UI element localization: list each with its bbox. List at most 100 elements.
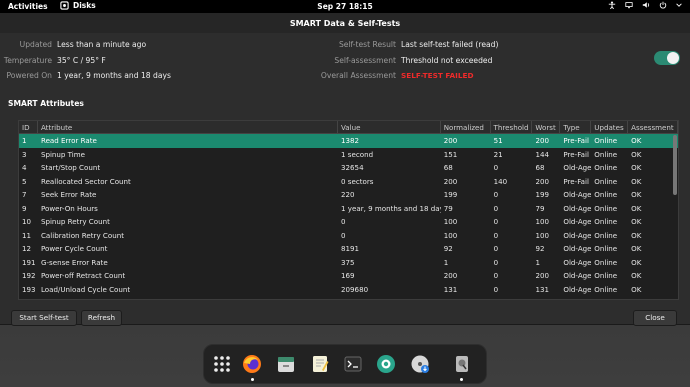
table-row[interactable]: 4 Start/Stop Count 32654 68 0 68 Old-Age Online… — [19, 161, 678, 175]
table-cell: Spinup Time — [40, 149, 86, 159]
table-cell: Old-Age — [563, 217, 592, 226]
column-header[interactable]: Normalized — [441, 121, 491, 133]
table-cell: Online — [594, 257, 618, 267]
table-cell: 200 — [535, 136, 549, 145]
table-cell: Power-On Hours — [40, 203, 98, 213]
network-icon — [625, 2, 633, 9]
table-row[interactable]: 12 Power Cycle Count 8191 92 0 92 Old-Age Onlin… — [19, 242, 678, 256]
disc-install-icon[interactable] — [410, 354, 430, 374]
column-header[interactable]: Value — [338, 121, 441, 133]
table-cell: Pre-Fail — [563, 149, 589, 159]
activities-button[interactable]: Activities — [8, 2, 48, 11]
table-body: 1 Read Error Rate 1382 200 51 200 Pre-Fail Onli… — [19, 134, 678, 296]
system-tray[interactable] — [608, 1, 682, 9]
table-cell: Pre-Fail — [563, 176, 589, 186]
text-editor-icon[interactable] — [310, 354, 330, 374]
table-row[interactable]: 1 Read Error Rate 1382 200 51 200 Pre-Fail Onli… — [19, 134, 678, 148]
table-cell: Reallocated Sector Count — [40, 176, 131, 186]
table-cell: 140 — [493, 176, 508, 186]
temperature-label: Temperature — [3, 55, 52, 65]
table-cell: 11 — [22, 230, 32, 240]
column-header[interactable]: ID — [19, 121, 38, 133]
table-cell: 1382 — [341, 136, 360, 145]
table-cell: 1 — [535, 257, 540, 267]
switch-knob — [667, 52, 679, 64]
column-header[interactable]: Attribute — [38, 121, 338, 133]
running-indicator — [251, 378, 254, 381]
app-menu[interactable]: Disks — [60, 1, 96, 10]
vertical-scrollbar[interactable] — [673, 135, 677, 195]
column-header[interactable]: Worst — [532, 121, 561, 133]
firefox-icon[interactable] — [242, 354, 262, 374]
table-row[interactable]: 5 Reallocated Sector Count 0 sectors 200 140… — [19, 175, 678, 189]
clock[interactable]: Sep 27 18:15 — [300, 2, 390, 11]
volume-icon — [642, 2, 650, 8]
table-cell: Old-Age — [563, 203, 592, 213]
table-cell: Pre-Fail — [563, 136, 589, 145]
table-cell: Online — [594, 149, 618, 159]
table-row[interactable]: 10 Spinup Retry Count 0 100 0 100 Old-Age Onlin… — [19, 215, 678, 229]
terminal-icon[interactable] — [343, 354, 363, 374]
table-cell: 200 — [443, 136, 458, 145]
temperature-value: 35° C / 95° F — [57, 55, 106, 65]
table-cell: Old-Age — [563, 271, 592, 280]
files-icon[interactable] — [276, 354, 296, 374]
table-cell: Start/Stop Count — [40, 163, 101, 172]
start-self-test-button[interactable]: Start Self-test — [11, 310, 77, 326]
powered-on-value: 1 year, 9 months and 18 days — [57, 71, 171, 80]
dock — [203, 344, 487, 384]
table-cell: 1 — [22, 136, 27, 145]
table-row[interactable]: 192 Power-off Retract Count 169 200 0 200 Old-… — [19, 269, 678, 283]
column-header[interactable]: Type — [560, 121, 592, 133]
table-cell: 100 — [443, 217, 458, 226]
column-header[interactable]: Threshold — [491, 121, 533, 133]
table-cell: OK — [631, 257, 642, 267]
table-cell: OK — [631, 230, 642, 240]
table-cell: 5 — [22, 176, 27, 186]
table-cell: 200 — [443, 271, 458, 280]
close-button[interactable]: Close — [633, 310, 677, 326]
table-cell: 220 — [341, 190, 355, 199]
updated-value: Less than a minute ago — [57, 40, 147, 49]
column-header[interactable]: Assessment — [628, 121, 678, 133]
table-cell: Online — [594, 217, 618, 226]
overall-assessment-label: Overall Assessment — [320, 71, 396, 80]
table-cell: Online — [594, 271, 618, 280]
disk-utility-icon[interactable] — [452, 354, 472, 374]
table-cell: Old-Age — [563, 257, 592, 267]
smart-enabled-switch[interactable] — [654, 51, 680, 65]
table-row[interactable]: 193 Load/Unload Cycle Count 209680 131 0 131 O… — [19, 283, 678, 297]
table-row[interactable]: 11 Calibration Retry Count 0 100 0 100 Old-Age… — [19, 229, 678, 243]
dialog-title: SMART Data & Self-Tests — [0, 13, 690, 33]
table-cell: OK — [631, 149, 642, 159]
table-row[interactable]: 3 Spinup Time 1 second 151 21 144 Pre-Fail Onli… — [19, 148, 678, 162]
table-cell: OK — [631, 244, 642, 253]
table-cell: 51 — [493, 136, 503, 145]
table-cell: Online — [594, 190, 618, 199]
table-cell: OK — [631, 190, 642, 199]
table-cell: Online — [594, 284, 618, 294]
table-cell: 9 — [22, 203, 27, 213]
table-cell: Spinup Retry Count — [40, 217, 110, 226]
table-row[interactable]: 191 G-sense Error Rate 375 1 0 1 Old-Age Online… — [19, 256, 678, 270]
table-cell: Load/Unload Cycle Count — [40, 284, 131, 294]
table-cell: 375 — [341, 257, 355, 267]
table-cell: 4 — [22, 163, 27, 172]
smart-dialog: SMART Data & Self-Tests Updated Less tha… — [0, 13, 690, 326]
table-row[interactable]: 7 Seek Error Rate 220 199 0 199 Old-Age Online O… — [19, 188, 678, 202]
table-cell: Online — [594, 244, 618, 253]
table-cell: 68 — [535, 163, 545, 172]
table-row[interactable]: 9 Power-On Hours 1 year, 9 months and 18 d… — [19, 202, 678, 216]
table-cell: Old-Age — [563, 163, 592, 172]
table-cell: 8191 — [341, 244, 360, 253]
self-test-value: Last self-test failed (read) — [401, 40, 499, 49]
refresh-button[interactable]: Refresh — [81, 310, 122, 326]
app-grid-icon[interactable] — [212, 354, 232, 374]
column-header[interactable]: Updates — [591, 121, 629, 133]
table-cell: Online — [594, 203, 618, 213]
camera-aperture-icon[interactable] — [376, 354, 396, 374]
table-cell: 199 — [535, 190, 549, 199]
table-cell: 1 second — [341, 149, 374, 159]
app-menu-label: Disks — [73, 1, 96, 10]
smart-attributes-table[interactable]: ID Attribute Value Normalized Threshold Worst… — [18, 120, 679, 300]
